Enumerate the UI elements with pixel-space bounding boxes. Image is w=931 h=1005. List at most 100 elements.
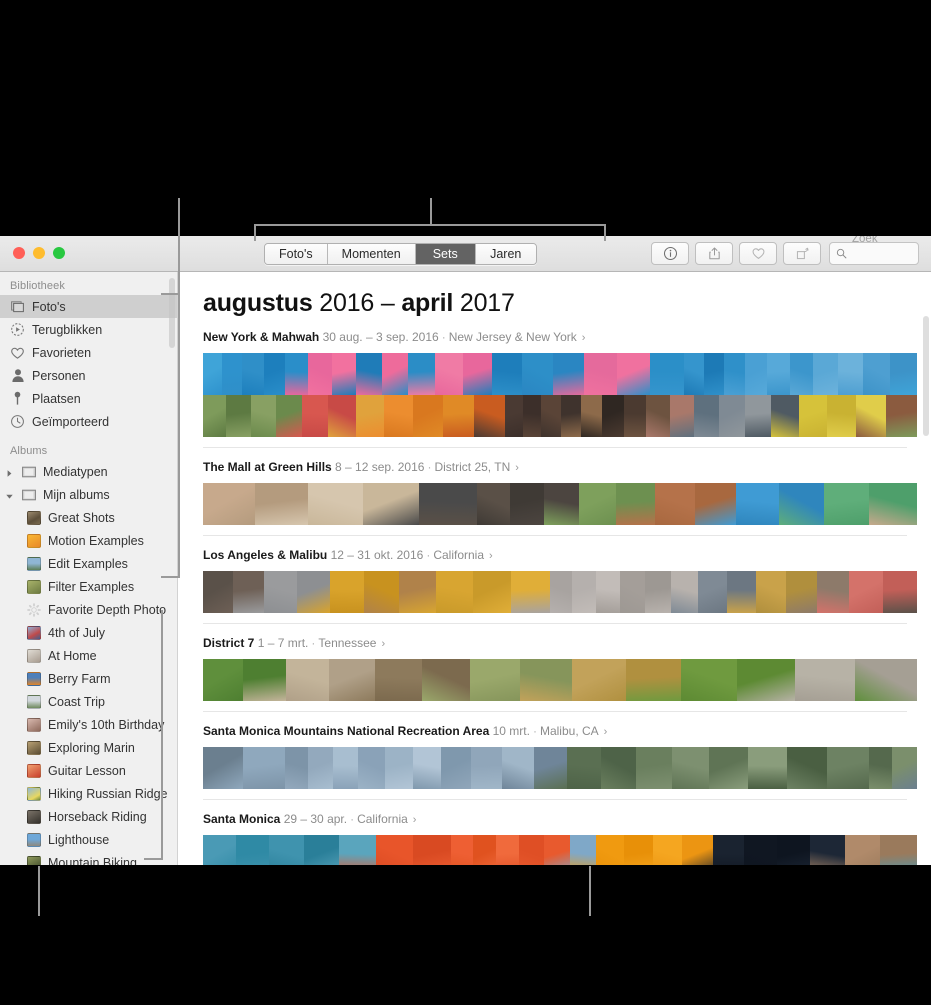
photo-thumbnail[interactable] xyxy=(703,353,724,395)
photo-thumbnail[interactable] xyxy=(233,571,265,613)
photo-thumbnail[interactable] xyxy=(625,659,681,701)
sidebar-item-motion-examples[interactable]: Motion Examples xyxy=(0,529,177,552)
photo-thumbnail[interactable] xyxy=(375,835,414,865)
chevron-right-icon[interactable]: › xyxy=(376,638,385,650)
photo-thumbnail[interactable] xyxy=(451,835,474,865)
photo-thumbnail[interactable] xyxy=(519,835,545,865)
photo-thumbnail[interactable] xyxy=(331,353,357,395)
photo-thumbnail[interactable] xyxy=(744,395,772,437)
photo-thumbnail[interactable] xyxy=(203,835,236,865)
photo-thumbnail[interactable] xyxy=(755,571,786,613)
photo-thumbnail[interactable] xyxy=(275,395,302,437)
photo-thumbnail[interactable] xyxy=(355,395,384,437)
photo-thumbnail[interactable] xyxy=(744,835,777,865)
photo-strip-row[interactable] xyxy=(203,483,917,525)
photo-thumbnail[interactable] xyxy=(374,659,422,701)
sidebar-item-great-shots[interactable]: Great Shots xyxy=(0,506,177,529)
chevron-right-icon[interactable]: › xyxy=(484,550,493,562)
photo-thumbnail[interactable] xyxy=(680,659,738,701)
photo-thumbnail[interactable] xyxy=(817,571,850,613)
view-mode-segmented-control[interactable]: Foto's Momenten Sets Jaren xyxy=(264,243,537,265)
photo-thumbnail[interactable] xyxy=(285,353,309,395)
sidebar-item-emilys-10th-birthday[interactable]: Emily's 10th Birthday xyxy=(0,713,177,736)
sidebar-item-mijn-albums[interactable]: Mijn albums xyxy=(0,483,177,506)
photo-thumbnail[interactable] xyxy=(203,395,227,437)
minimize-button[interactable] xyxy=(33,247,45,259)
photo-thumbnail[interactable] xyxy=(399,571,436,613)
chevron-right-icon[interactable]: › xyxy=(599,726,608,738)
photo-strip-row[interactable] xyxy=(203,395,917,437)
sidebar-scrollbar[interactable] xyxy=(169,278,175,348)
photo-thumbnail[interactable] xyxy=(242,353,264,395)
photo-thumbnail[interactable] xyxy=(787,747,828,789)
photo-thumbnail[interactable] xyxy=(308,747,333,789)
photo-thumbnail[interactable] xyxy=(533,747,567,789)
photo-thumbnail[interactable] xyxy=(868,747,893,789)
photo-thumbnail[interactable] xyxy=(723,353,745,395)
photo-thumbnail[interactable] xyxy=(726,571,756,613)
photo-thumbnail[interactable] xyxy=(672,747,710,789)
photo-thumbnail[interactable] xyxy=(463,353,493,395)
photo-thumbnail[interactable] xyxy=(779,483,824,525)
search-field[interactable]: Zoek xyxy=(829,236,919,265)
photo-thumbnail[interactable] xyxy=(798,395,828,437)
sidebar-item-personen[interactable]: Personen xyxy=(0,364,177,387)
photo-thumbnail[interactable] xyxy=(813,353,838,395)
photo-thumbnail[interactable] xyxy=(235,835,270,865)
photo-thumbnail[interactable] xyxy=(308,353,332,395)
photo-strip-row[interactable] xyxy=(203,353,917,395)
photo-thumbnail[interactable] xyxy=(580,395,602,437)
photo-thumbnail[interactable] xyxy=(823,483,870,525)
moment-group-header[interactable]: The Mall at Green Hills 8 – 12 sep. 2016… xyxy=(203,459,931,476)
photo-thumbnail[interactable] xyxy=(635,747,673,789)
sidebar-item-4th-of-july[interactable]: 4th of July xyxy=(0,621,177,644)
photo-thumbnail[interactable] xyxy=(472,571,512,613)
photo-thumbnail[interactable] xyxy=(646,395,670,437)
photo-thumbnail[interactable] xyxy=(886,395,917,437)
photo-thumbnail[interactable] xyxy=(572,571,596,613)
photo-thumbnail[interactable] xyxy=(623,395,647,437)
photo-thumbnail[interactable] xyxy=(827,395,857,437)
photo-thumbnail[interactable] xyxy=(855,659,917,701)
sidebar-item-geimporteerd[interactable]: Geïmporteerd xyxy=(0,410,177,433)
photo-thumbnail[interactable] xyxy=(827,747,869,789)
photo-thumbnail[interactable] xyxy=(569,835,597,865)
photo-thumbnail[interactable] xyxy=(736,483,780,525)
sidebar-item-lighthouse[interactable]: Lighthouse xyxy=(0,828,177,851)
photo-thumbnail[interactable] xyxy=(644,571,672,613)
photo-strip-row[interactable] xyxy=(203,835,917,865)
photo-thumbnail[interactable] xyxy=(543,483,580,525)
photo-thumbnail[interactable] xyxy=(856,395,887,437)
photo-thumbnail[interactable] xyxy=(301,395,329,437)
photo-thumbnail[interactable] xyxy=(358,747,385,789)
photo-thumbnail[interactable] xyxy=(203,483,255,525)
photo-thumbnail[interactable] xyxy=(250,395,276,437)
photo-thumbnail[interactable] xyxy=(408,353,436,395)
photo-thumbnail[interactable] xyxy=(550,571,573,613)
photo-thumbnail[interactable] xyxy=(308,483,363,525)
info-button[interactable] xyxy=(651,242,689,265)
photo-thumbnail[interactable] xyxy=(889,353,917,395)
photo-thumbnail[interactable] xyxy=(650,353,685,395)
photo-thumbnail[interactable] xyxy=(471,747,502,789)
sidebar-item-at-home[interactable]: At Home xyxy=(0,644,177,667)
photo-thumbnail[interactable] xyxy=(785,571,818,613)
sidebar-item-favorite-depth-photo[interactable]: Favorite Depth Photo xyxy=(0,598,177,621)
photo-thumbnail[interactable] xyxy=(694,483,737,525)
photo-strip-row[interactable] xyxy=(203,747,917,789)
photo-thumbnail[interactable] xyxy=(810,835,845,865)
moment-group-header[interactable]: New York & Mahwah 30 aug. – 3 sep. 2016 ·… xyxy=(203,329,931,346)
photo-thumbnail[interactable] xyxy=(435,353,464,395)
tab-jaren[interactable]: Jaren xyxy=(475,244,536,264)
tab-fotos[interactable]: Foto's xyxy=(265,244,328,264)
photo-thumbnail[interactable] xyxy=(203,659,244,701)
photo-thumbnail[interactable] xyxy=(492,353,523,395)
photo-thumbnail[interactable] xyxy=(203,571,234,613)
photo-thumbnail[interactable] xyxy=(595,571,620,613)
photo-thumbnail[interactable] xyxy=(328,395,356,437)
photo-thumbnail[interactable] xyxy=(356,353,382,395)
photo-thumbnail[interactable] xyxy=(203,353,223,395)
moment-group-header[interactable]: Santa Monica 29 – 30 apr. · California › xyxy=(203,811,931,828)
photo-thumbnail[interactable] xyxy=(600,747,636,789)
photo-thumbnail[interactable] xyxy=(616,483,655,525)
